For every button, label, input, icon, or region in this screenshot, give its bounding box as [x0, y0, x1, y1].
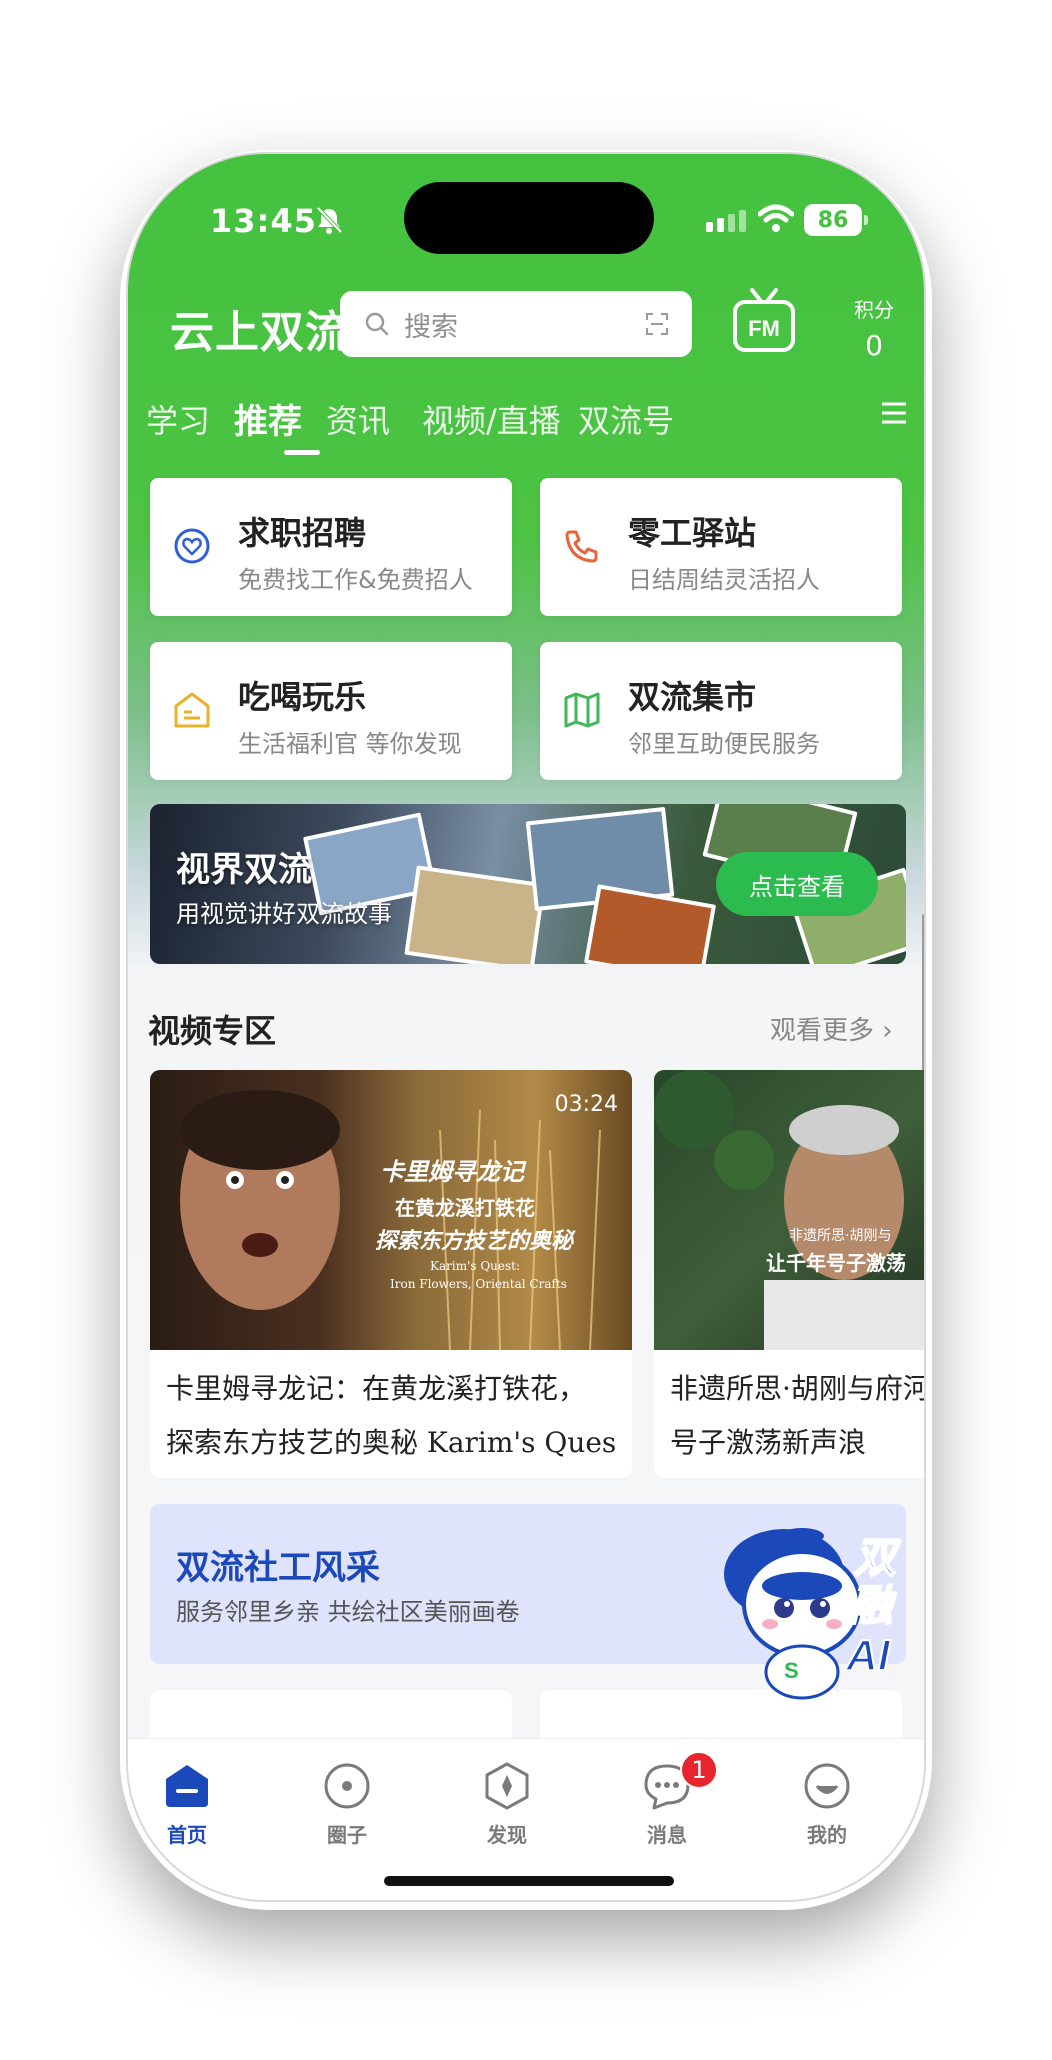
video-title-line: 卡里姆寻龙记：在黄龙溪打铁花，	[166, 1372, 587, 1405]
nav-label: 首页	[167, 1823, 207, 1847]
shop-icon	[174, 692, 210, 728]
photo-collage-tile	[583, 884, 717, 964]
video-title: 卡里姆寻龙记：在黄龙溪打铁花， 探索东方技艺的奥秘 Karim's Ques	[166, 1362, 622, 1470]
nav-label: 圈子	[327, 1823, 367, 1847]
fm-radio-icon[interactable]: FM	[732, 288, 796, 356]
tab-recommend[interactable]: 推荐	[234, 394, 302, 443]
battery-indicator: 86	[804, 204, 868, 236]
search-placeholder: 搜索	[404, 311, 458, 343]
thumbnail-overlay-line: 探索东方技艺的奥秘	[375, 1228, 576, 1254]
service-title: 求职招聘	[238, 514, 367, 552]
nav-label: 发现	[487, 1823, 527, 1847]
nav-item-circle[interactable]: 圈子	[292, 1761, 402, 1848]
view-more-label: 观看更多	[770, 1016, 875, 1046]
video-title: 非遗所思·胡刚与府河 号子激荡新声浪	[670, 1362, 926, 1470]
phone-screen: 13:45 86 云上双流 搜索 FM 积分 0 学习 推荐 资讯 视频/直播 …	[126, 152, 926, 1902]
nav-item-profile[interactable]: 我的	[772, 1761, 882, 1848]
service-subtitle: 日结周结灵活招人	[628, 566, 820, 594]
profile-icon	[804, 1763, 850, 1809]
nav-label: 消息	[647, 1823, 687, 1847]
tab-news[interactable]: 资讯	[326, 396, 390, 442]
vision-banner[interactable]: 视界双流 用视觉讲好双流故事 点击查看	[150, 804, 906, 964]
social-banner-subtitle: 服务邻里乡亲 共绘社区美丽画卷	[176, 1598, 520, 1626]
video-card[interactable]: 非遗所思·胡刚与 让千年号子激荡 非遗所思·胡刚与府河 号子激荡新声浪	[654, 1070, 926, 1478]
tab-shuangliu-account[interactable]: 双流号	[578, 396, 674, 442]
thumbnail-overlay-title: 让千年号子激荡	[766, 1251, 906, 1275]
svg-text:S: S	[784, 1658, 799, 1683]
status-time: 13:45	[210, 202, 317, 240]
ai-badge-line: 融	[850, 1581, 897, 1630]
thumbnail-overlay-english: Karim's Quest:	[430, 1259, 520, 1273]
service-subtitle: 免费找工作&免费招人	[238, 566, 473, 594]
ai-badge-line: 双	[854, 1533, 902, 1582]
scan-icon[interactable]	[646, 313, 668, 335]
thumbnail-overlay-line: 非遗所思·胡刚与	[789, 1228, 891, 1244]
thumbnail-overlay-english: Iron Flowers, Oriental Crafts	[390, 1277, 567, 1291]
unread-badge: 1	[680, 1751, 718, 1789]
social-banner-title: 双流社工风采	[176, 1548, 380, 1588]
signal-icon	[706, 210, 746, 232]
video-title-line: 非遗所思·胡刚与府河	[670, 1372, 926, 1405]
active-tab-indicator	[284, 450, 320, 455]
service-subtitle: 生活福利官 等你发现	[238, 730, 462, 758]
ai-badge-line: AI	[845, 1631, 891, 1680]
points-widget[interactable]: 积分 0	[854, 294, 894, 362]
banner-subtitle: 用视觉讲好双流故事	[176, 900, 392, 928]
search-icon	[365, 312, 389, 336]
tab-study[interactable]: 学习	[146, 396, 210, 442]
nav-item-home[interactable]: 首页	[132, 1761, 242, 1848]
menu-icon[interactable]	[880, 400, 908, 426]
heart-chat-icon	[174, 528, 210, 564]
home-indicator	[384, 1876, 674, 1886]
service-title: 零工驿站	[628, 514, 757, 552]
points-label: 积分	[854, 298, 894, 322]
map-icon	[564, 692, 600, 728]
points-value: 0	[865, 329, 883, 362]
fm-label: FM	[748, 316, 780, 341]
video-section-title: 视频专区	[148, 1012, 277, 1050]
wifi-icon	[758, 204, 794, 232]
circle-icon	[324, 1763, 370, 1809]
service-card-jobs[interactable]: 求职招聘 免费找工作&免费招人	[150, 478, 512, 616]
banner-title: 视界双流	[176, 850, 312, 890]
service-card-odd-jobs[interactable]: 零工驿站 日结周结灵活招人	[540, 478, 902, 616]
thumbnail-overlay-title: 卡里姆寻龙记	[380, 1158, 527, 1186]
service-title: 双流集市	[628, 678, 757, 716]
service-card-market[interactable]: 双流集市 邻里互助便民服务	[540, 642, 902, 780]
photo-collage-tile	[404, 865, 546, 964]
video-title-line: 号子激荡新声浪	[670, 1426, 867, 1459]
app-title: 云上双流	[170, 307, 350, 358]
home-icon	[166, 1765, 208, 1807]
nav-label: 我的	[807, 1823, 847, 1847]
search-bar[interactable]: 搜索	[340, 291, 692, 357]
tab-video-live[interactable]: 视频/直播	[422, 396, 561, 442]
phone-icon	[565, 530, 598, 563]
chevron-right-icon: ›	[882, 1016, 893, 1046]
view-more-link[interactable]: 观看更多 ›	[770, 1010, 893, 1047]
service-title: 吃喝玩乐	[238, 678, 367, 716]
video-thumbnail: 非遗所思·胡刚与 让千年号子激荡	[654, 1070, 924, 1350]
service-subtitle: 邻里互助便民服务	[628, 730, 820, 758]
category-tabs: 学习 推荐 资讯 视频/直播 双流号	[128, 390, 924, 450]
dynamic-island	[404, 182, 654, 254]
thumbnail-overlay-line: 在黄龙溪打铁花	[395, 1196, 535, 1220]
video-title-line: 探索东方技艺的奥秘 Karim's Ques	[166, 1426, 617, 1459]
compass-icon	[485, 1762, 529, 1810]
service-card-food-fun[interactable]: 吃喝玩乐 生活福利官 等你发现	[150, 642, 512, 780]
video-card[interactable]: 卡里姆寻龙记 在黄龙溪打铁花 探索东方技艺的奥秘 Karim's Quest: …	[150, 1070, 632, 1478]
view-button[interactable]: 点击查看	[716, 852, 878, 916]
ai-assistant-mascot-icon[interactable]: S 双 融 AI	[714, 1524, 924, 1704]
nav-item-messages[interactable]: 1 消息	[612, 1751, 722, 1848]
video-duration: 03:24	[554, 1092, 618, 1117]
bell-muted-icon	[316, 206, 343, 234]
nav-item-discover[interactable]: 发现	[452, 1761, 562, 1848]
